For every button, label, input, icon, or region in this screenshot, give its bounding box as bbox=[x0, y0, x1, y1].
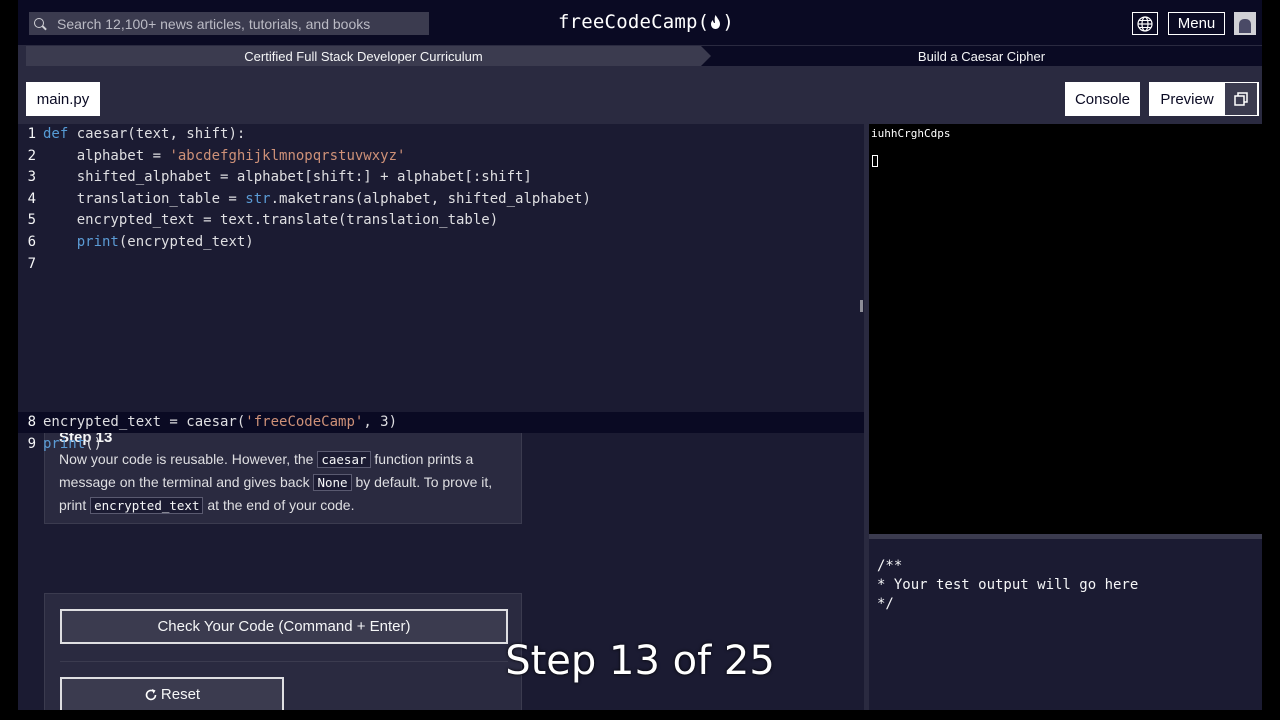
search-icon bbox=[33, 17, 47, 31]
code-token: 'abcdefghijklmnopqrstuvwxyz' bbox=[169, 147, 406, 164]
breadcrumb-curriculum[interactable]: Certified Full Stack Developer Curriculu… bbox=[26, 46, 711, 66]
line-number: 6 bbox=[27, 234, 36, 250]
code-token: shifted_alphabet = alphabet[shift:] + al… bbox=[43, 169, 532, 186]
language-button[interactable] bbox=[1132, 12, 1158, 35]
code-line[interactable]: 9 print() bbox=[18, 434, 864, 455]
inline-code-encrypted-text: encrypted_text bbox=[90, 497, 204, 514]
code-token: print bbox=[76, 234, 119, 250]
console-panel[interactable]: iuhhCrghCdps bbox=[869, 124, 1262, 534]
reset-label: Reset bbox=[160, 686, 201, 703]
test-output-panel: /** * Your test output will go here */ bbox=[869, 539, 1262, 710]
inline-code-none: None bbox=[313, 474, 352, 491]
line-number: 5 bbox=[27, 212, 36, 229]
search-bar[interactable]: Search 12,100+ news articles, tutorials,… bbox=[29, 12, 429, 35]
line-number: 1 bbox=[27, 126, 36, 142]
code-line[interactable]: 4 translation_table = str.maketrans(alph… bbox=[18, 189, 864, 210]
code-token: def bbox=[43, 126, 69, 142]
code-line[interactable]: 2 alphabet = 'abcdefghijklmnopqrstuvwxyz… bbox=[18, 146, 864, 167]
code-token: .maketrans(alphabet, shifted_alphabet) bbox=[270, 190, 591, 207]
breadcrumb: Certified Full Stack Developer Curriculu… bbox=[26, 46, 1262, 66]
file-tab-main-py[interactable]: main.py bbox=[26, 82, 100, 116]
reset-icon bbox=[145, 688, 157, 700]
code-line[interactable]: 8 encrypted_text = caesar('freeCodeCamp',… bbox=[18, 412, 864, 433]
preview-label: Preview bbox=[1160, 90, 1214, 108]
line-number: 9 bbox=[27, 435, 36, 452]
code-line[interactable]: 6 print(encrypted_text) bbox=[18, 232, 864, 253]
line-number: 4 bbox=[27, 190, 36, 207]
code-token: encrypted_text = text.translate(translat… bbox=[43, 212, 499, 229]
code-token: () bbox=[85, 435, 103, 452]
menu-button[interactable]: Menu bbox=[1168, 12, 1225, 35]
search-input[interactable]: Search 12,100+ news articles, tutorials,… bbox=[57, 16, 370, 32]
line-number: 7 bbox=[27, 255, 36, 272]
code-token: print bbox=[43, 435, 86, 452]
line-number: 3 bbox=[27, 169, 36, 186]
code-token: translation_table = bbox=[43, 190, 246, 207]
breadcrumb-project[interactable]: Build a Caesar Cipher bbox=[701, 46, 1262, 66]
code-token: , 3) bbox=[363, 414, 398, 430]
fcc-logo[interactable]: freeCodeCamp() bbox=[558, 11, 734, 33]
code-line[interactable]: 3 shifted_alphabet = alphabet[shift:] + … bbox=[18, 167, 864, 188]
terminal-cursor bbox=[872, 155, 878, 167]
code-token: caesar(text, shift): bbox=[68, 126, 246, 142]
code-token: encrypted_text = caesar( bbox=[43, 414, 246, 430]
test-output-line: * Your test output will go here bbox=[877, 577, 1139, 593]
code-line[interactable]: 7 bbox=[18, 254, 864, 275]
code-token: alphabet = bbox=[43, 147, 170, 164]
code-line[interactable]: 1 def caesar(text, shift): bbox=[18, 124, 864, 145]
globe-icon bbox=[1137, 15, 1153, 32]
top-navbar: Search 12,100+ news articles, tutorials,… bbox=[18, 0, 1262, 45]
app-frame: Search 12,100+ news articles, tutorials,… bbox=[18, 0, 1262, 710]
avatar[interactable] bbox=[1234, 12, 1256, 35]
test-output-line: /** bbox=[877, 558, 903, 574]
preview-button[interactable]: Preview bbox=[1149, 82, 1259, 116]
flame-icon bbox=[711, 15, 721, 29]
test-output-line: */ bbox=[877, 596, 894, 612]
step-text-part: at the end of your code. bbox=[203, 497, 355, 513]
code-token: (encrypted_text) bbox=[118, 234, 254, 250]
line-number: 8 bbox=[27, 414, 36, 430]
logo-text: freeCodeCamp( bbox=[558, 11, 710, 33]
step-text: Now your code is reusable. However, the … bbox=[59, 448, 507, 517]
external-window-icon[interactable] bbox=[1225, 83, 1257, 115]
code-line[interactable]: 5 encrypted_text = text.translate(transl… bbox=[18, 210, 864, 231]
step-progress-caption: Step 13 of 25 bbox=[505, 638, 775, 684]
code-token: 'freeCodeCamp' bbox=[245, 414, 364, 430]
logo-close: ) bbox=[722, 11, 734, 33]
code-token: str bbox=[245, 190, 271, 207]
console-button[interactable]: Console bbox=[1065, 82, 1140, 116]
line-number: 2 bbox=[27, 147, 36, 164]
user-icon bbox=[1239, 19, 1251, 33]
console-output: iuhhCrghCdps bbox=[871, 127, 951, 140]
code-editor[interactable]: 1 def caesar(text, shift): 2 alphabet = 'a… bbox=[18, 124, 864, 710]
editor-scrollbar[interactable] bbox=[860, 300, 863, 312]
